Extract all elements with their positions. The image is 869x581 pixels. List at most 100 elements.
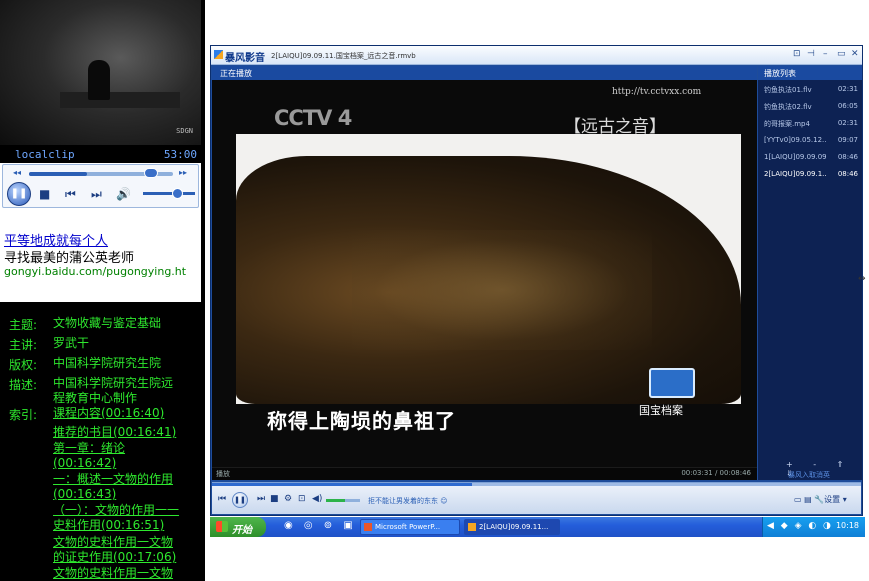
window-file-title: 2[LAIQU]09.09.11.国宝档案_远古之音.rmvb	[271, 52, 416, 60]
program-title: 【远古之音】	[564, 117, 666, 137]
lecture-sidebar: SDGN localclip 53:00 ◂◂ ▸▸ ❚❚ ■ ⏮ ⏭ 🔊 平等…	[0, 0, 201, 581]
playlist-item-name: 1[LAIQU]09.09.09...	[764, 153, 826, 161]
subject-value: 文物收藏与鉴定基础	[53, 316, 162, 330]
copyright-label: 版权:	[9, 358, 38, 372]
quick-launch-icons[interactable]: ◉ ◎ ⊚ ▣	[284, 520, 357, 531]
video-desk-shape	[60, 92, 180, 108]
video-lecturer-silhouette	[88, 60, 110, 100]
desc-value: 中国科学院研究生院远程教育中心制作	[53, 376, 174, 405]
playback-state: 播放	[216, 470, 230, 478]
app-logo-icon	[214, 50, 223, 59]
embedded-player-controls: ◂◂ ▸▸ ❚❚ ■ ⏮ ⏭ 🔊	[2, 164, 199, 208]
lecturer-label: 主讲:	[9, 338, 38, 352]
playlist-item[interactable]: 钓鱼执法02.flv 06:05	[764, 102, 860, 116]
playlist-item[interactable]: 钓鱼执法01.flv 02:31	[764, 85, 860, 99]
stop-button[interactable]: ■	[39, 187, 50, 201]
index-link[interactable]: 一：概述一文物的作用(00:16:43)	[53, 472, 183, 502]
maximize-button[interactable]: ▭	[837, 49, 846, 59]
playback-progress-bar[interactable]	[212, 483, 861, 486]
clip-name: localclip	[15, 148, 75, 161]
index-link[interactable]: 推荐的书目(00:16:41)	[53, 425, 183, 440]
minimize-button[interactable]: –	[823, 49, 828, 59]
playlist-panel: 钓鱼执法01.flv 02:31 钓鱼执法02.flv 06:05 的哥报案.mp4…	[758, 80, 862, 464]
index-link[interactable]: （一）：文物的作用一一史料作用(00:16:51)	[53, 503, 183, 533]
playlist-item-name: 2[LAIQU]09.09.1...	[764, 170, 826, 178]
mini-mode-icon[interactable]: ⊡	[793, 49, 801, 59]
playlist-item[interactable]: 的哥报案.mp4 02:31	[764, 119, 860, 133]
window-titlebar[interactable]: 暴风影音 2[LAIQU]09.09.11.国宝档案_远古之音.rmvb ⊡ ⊣…	[211, 46, 862, 65]
clock[interactable]: 10:18	[836, 521, 859, 530]
next-button[interactable]: ⏭	[257, 494, 265, 504]
ad-subtitle[interactable]: 寻找最美的蒲公英老师	[4, 247, 134, 266]
playlist-item-time: 02:31	[837, 119, 858, 127]
artifact-highlight	[352, 230, 652, 350]
pause-button[interactable]: ❚❚	[232, 492, 248, 508]
lecturer-value: 罗武干	[53, 336, 90, 350]
url-overlay: http://tv.cctvxx.com	[612, 87, 702, 97]
playlist-title[interactable]: 播放列表	[764, 68, 796, 79]
volume-fill	[326, 499, 345, 502]
volume-icon[interactable]: 🔊	[116, 187, 131, 201]
previous-button[interactable]: ⏮	[65, 187, 76, 201]
playlist-item-time: 02:31	[837, 85, 858, 93]
screen-root: SDGN localclip 53:00 ◂◂ ▸▸ ❚❚ ■ ⏮ ⏭ 🔊 平等…	[0, 0, 869, 581]
clip-duration: 53:00	[163, 148, 197, 161]
lecture-video[interactable]: SDGN	[0, 0, 201, 145]
volume-knob[interactable]	[171, 188, 183, 199]
playlist-item[interactable]: 1[LAIQU]09.09.09... 08:46	[764, 153, 860, 167]
pause-button[interactable]: ❚❚	[7, 182, 31, 206]
player-control-bar: ⏮ ❚❚ ⏭ ■ ⚙ ⊡ ◀) 拒不能让男发着的东东 ☺ ▭ ▤ 🔧设置 ▾	[212, 482, 861, 514]
index-link[interactable]: 第一章：绪论(00:16:42)	[53, 441, 183, 471]
task-label: 2[LAIQU]09.09.11...	[479, 523, 549, 531]
start-label: 开始	[232, 525, 252, 536]
fullscreen-icon[interactable]: ⊡	[298, 494, 306, 504]
pin-icon[interactable]: ⊣	[807, 49, 815, 59]
volume-slider[interactable]	[143, 188, 195, 199]
index-label: 索引:	[9, 408, 38, 422]
playlist-item-name: 钓鱼执法02.flv	[764, 103, 812, 111]
rewind-icon[interactable]: ◂◂	[13, 168, 21, 177]
stop-button[interactable]: ■	[270, 494, 279, 504]
control-message[interactable]: 拒不能让男发着的东东 ☺	[368, 496, 448, 506]
next-button[interactable]: ⏭	[91, 187, 102, 201]
video-subtitle: 称得上陶埙的鼻祖了	[267, 409, 456, 433]
playlist-item-name: 钓鱼执法01.flv	[764, 86, 812, 94]
playlist-item[interactable]: [YYTv0]09.05.12... 09:07	[764, 136, 860, 150]
now-playing-bar: 正在播放	[212, 66, 757, 80]
playlist-item-name: 的哥报案.mp4	[764, 120, 810, 128]
start-button[interactable]: 开始	[210, 517, 266, 537]
tray-icons[interactable]: ◀ ◆ ◈ ◐ ◑	[767, 521, 833, 531]
playlist-item-current[interactable]: 2[LAIQU]09.09.1... 08:46	[764, 170, 860, 184]
storm-player-window: 暴风影音 2[LAIQU]09.09.11.国宝档案_远古之音.rmvb ⊡ ⊣…	[210, 45, 863, 516]
resize-cursor-icon: ↔	[858, 274, 866, 284]
subject-label: 主题:	[9, 318, 38, 332]
ad-url[interactable]: gongyi.baidu.com/pugongying.ht	[4, 265, 186, 278]
index-link[interactable]: 文物的史料作用一文物	[53, 566, 183, 581]
taskbar-task-powerpoint[interactable]: Microsoft PowerP...	[360, 519, 460, 535]
volume-slider[interactable]	[326, 499, 360, 502]
previous-button[interactable]: ⏮	[218, 494, 226, 504]
close-button[interactable]: ✕	[851, 49, 859, 59]
taskbar-task-player[interactable]: 2[LAIQU]09.09.11...	[464, 519, 560, 535]
settings-gear-icon[interactable]: ⚙	[284, 494, 292, 504]
playback-status-bar: 播放 00:03:31 / 00:08:46	[212, 467, 757, 480]
playlist-item-time: 08:46	[837, 153, 858, 161]
right-control-buttons[interactable]: ▭ ▤ 🔧设置 ▾	[794, 494, 847, 505]
task-label: Microsoft PowerP...	[375, 523, 441, 531]
index-link[interactable]: 文物的史料作用一文物的证史作用(00:17:06)	[53, 535, 183, 565]
video-display[interactable]: CCTV 4 http://tv.cctvxx.com 【远古之音】 国宝档案 …	[212, 80, 757, 480]
playlist-item-time: 08:46	[837, 170, 858, 178]
fast-forward-icon[interactable]: ▸▸	[179, 168, 187, 177]
tab-now-playing[interactable]: 正在播放	[220, 68, 252, 79]
playlist-header: 播放列表	[758, 66, 862, 80]
channel-logo: CCTV 4	[274, 106, 352, 130]
seek-bar-fill	[29, 172, 87, 176]
program-badge-icon	[649, 368, 695, 398]
playlist-footer-link[interactable]: 暴风入取消英	[788, 470, 830, 480]
desc-label: 描述:	[9, 378, 38, 392]
index-link[interactable]: 课程内容(00:16:40)	[53, 406, 183, 421]
volume-icon[interactable]: ◀)	[312, 494, 322, 504]
playlist-item-time: 06:05	[837, 102, 858, 110]
seek-knob[interactable]	[144, 168, 159, 178]
copyright-value: 中国科学院研究生院	[53, 356, 162, 370]
